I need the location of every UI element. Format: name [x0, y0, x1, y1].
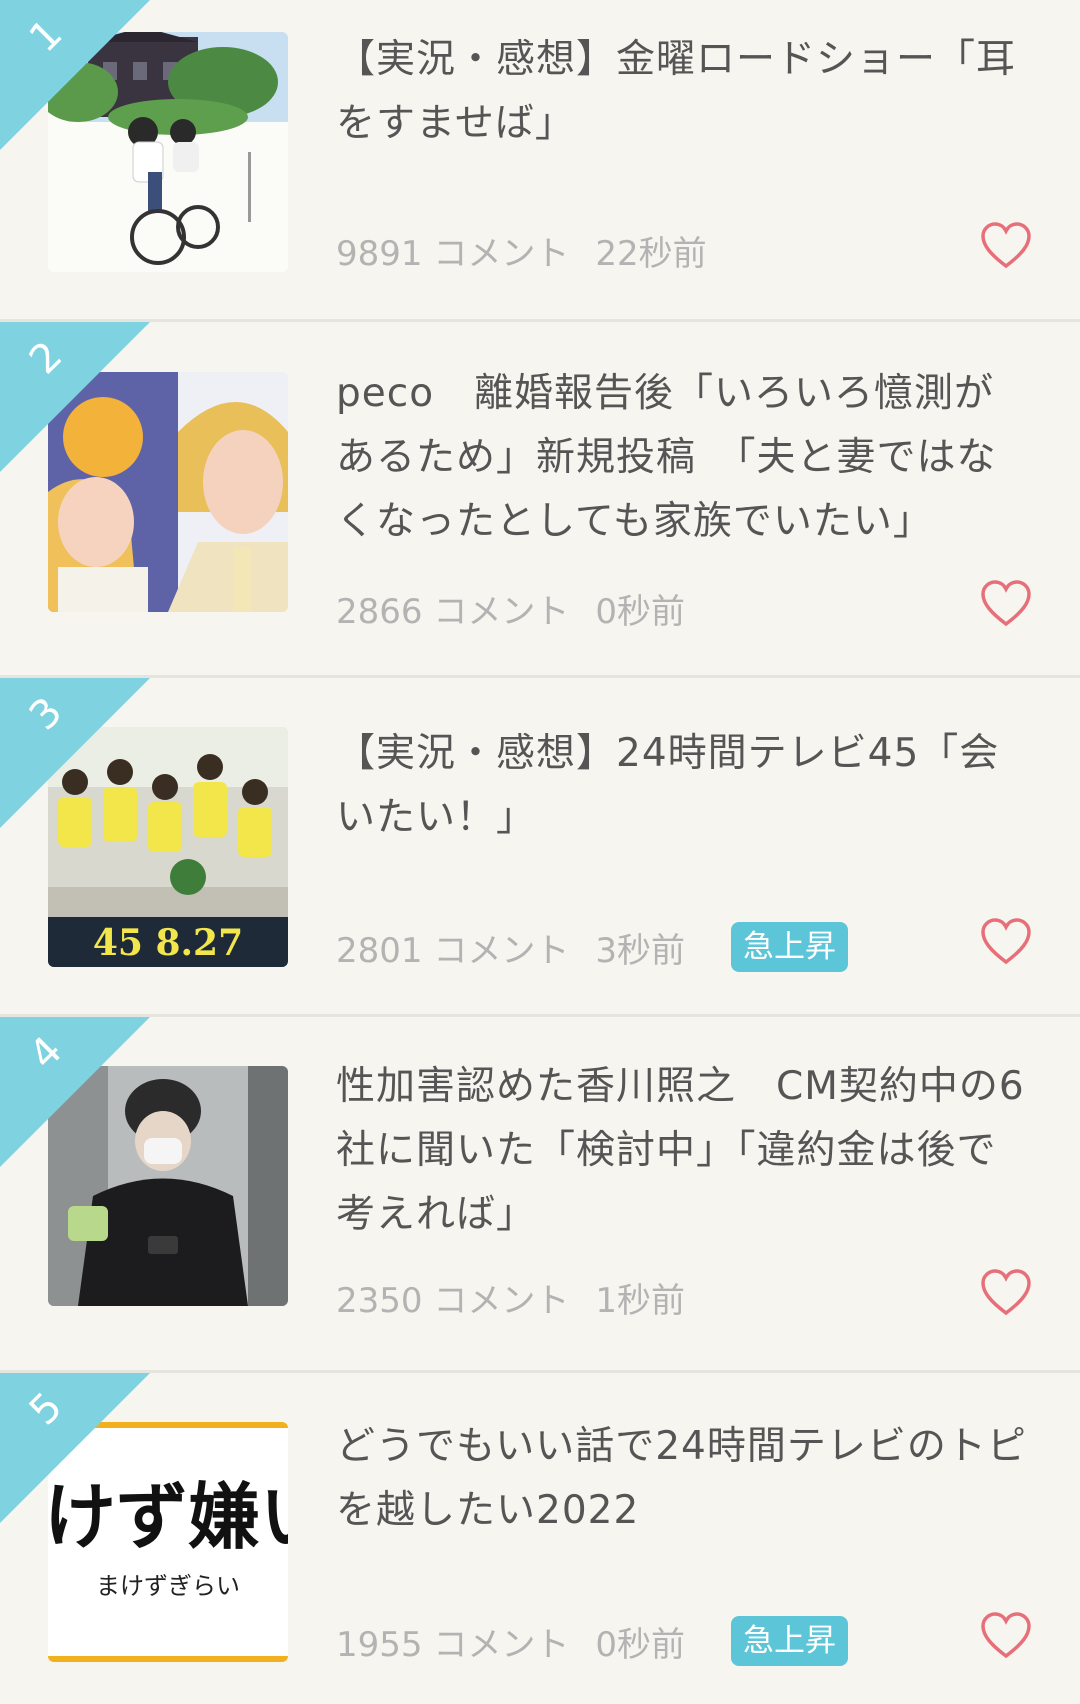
- trending-badge: 急上昇: [730, 1616, 848, 1666]
- heart-icon[interactable]: [980, 580, 1032, 628]
- rank-ribbon: 3: [0, 678, 150, 828]
- comment-count: 2866 コメント: [336, 592, 570, 632]
- logo-subtext: まけずぎらい: [96, 1572, 240, 1600]
- rank-ribbon: 4: [0, 1017, 150, 1167]
- rank-ribbon: 5: [0, 1373, 150, 1523]
- list-item[interactable]: 3 45 8.27 【実況・感想】24時間テレビ45「会いたい！」 2801 コ…: [0, 678, 1080, 1017]
- topic-meta: 2350 コメント 1秒前: [336, 1273, 731, 1322]
- topic-ranking-list: 1 【実況・感想】金曜ロードショー「耳をすませば」 9891 コメント 22秒前…: [0, 0, 1080, 1704]
- timestamp: 3秒前: [595, 930, 685, 971]
- timestamp: 22秒前: [595, 234, 707, 274]
- rank-ribbon: 1: [0, 0, 150, 150]
- topic-title[interactable]: どうでもいい話で24時間テレビのトピを越したい2022: [336, 1415, 1030, 1543]
- comment-count: 2801 コメント: [336, 930, 570, 971]
- topic-title[interactable]: 性加害認めた香川照之 CM契約中の6社に聞いた「検討中」「違約金は後で考えれば」: [336, 1055, 1030, 1247]
- list-item[interactable]: 1 【実況・感想】金曜ロードショー「耳をすませば」 9891 コメント 22秒前: [0, 0, 1080, 322]
- heart-icon[interactable]: [980, 222, 1032, 270]
- comment-count: 9891 コメント: [336, 234, 570, 274]
- list-item[interactable]: 5 けず嫌い まけずぎらい どうでもいい話で24時間テレビのトピを越したい202…: [0, 1373, 1080, 1704]
- poster-date-text: 45 8.27: [93, 922, 243, 964]
- topic-meta: 1955 コメント 0秒前 急上昇: [336, 1616, 848, 1666]
- comment-count: 2350 コメント: [336, 1281, 570, 1321]
- heart-icon[interactable]: [980, 1269, 1032, 1317]
- comment-count: 1955 コメント: [336, 1624, 570, 1665]
- trending-badge: 急上昇: [730, 922, 848, 972]
- topic-meta: 2801 コメント 3秒前 急上昇: [336, 922, 848, 972]
- topic-title[interactable]: 【実況・感想】金曜ロードショー「耳をすませば」: [336, 28, 1030, 156]
- topic-title[interactable]: peco 離婚報告後「いろいろ憶測があるため」新規投稿 「夫と妻ではなくなったと…: [336, 362, 1030, 554]
- timestamp: 0秒前: [595, 592, 685, 632]
- timestamp: 1秒前: [595, 1281, 685, 1321]
- topic-meta: 9891 コメント 22秒前: [336, 226, 753, 275]
- heart-icon[interactable]: [980, 1612, 1032, 1660]
- timestamp: 0秒前: [595, 1624, 685, 1665]
- heart-icon[interactable]: [980, 918, 1032, 966]
- list-item[interactable]: 2 peco 離婚報告後「いろいろ憶測があるため」新規投稿 「夫と妻ではなくなっ…: [0, 322, 1080, 678]
- list-item[interactable]: 4 性加害認めた香川照之 CM契約中の6社に聞いた「検討中」「違約金は後で考えれ…: [0, 1017, 1080, 1373]
- rank-ribbon: 2: [0, 322, 150, 472]
- topic-title[interactable]: 【実況・感想】24時間テレビ45「会いたい！」: [336, 722, 1030, 850]
- topic-meta: 2866 コメント 0秒前: [336, 584, 731, 633]
